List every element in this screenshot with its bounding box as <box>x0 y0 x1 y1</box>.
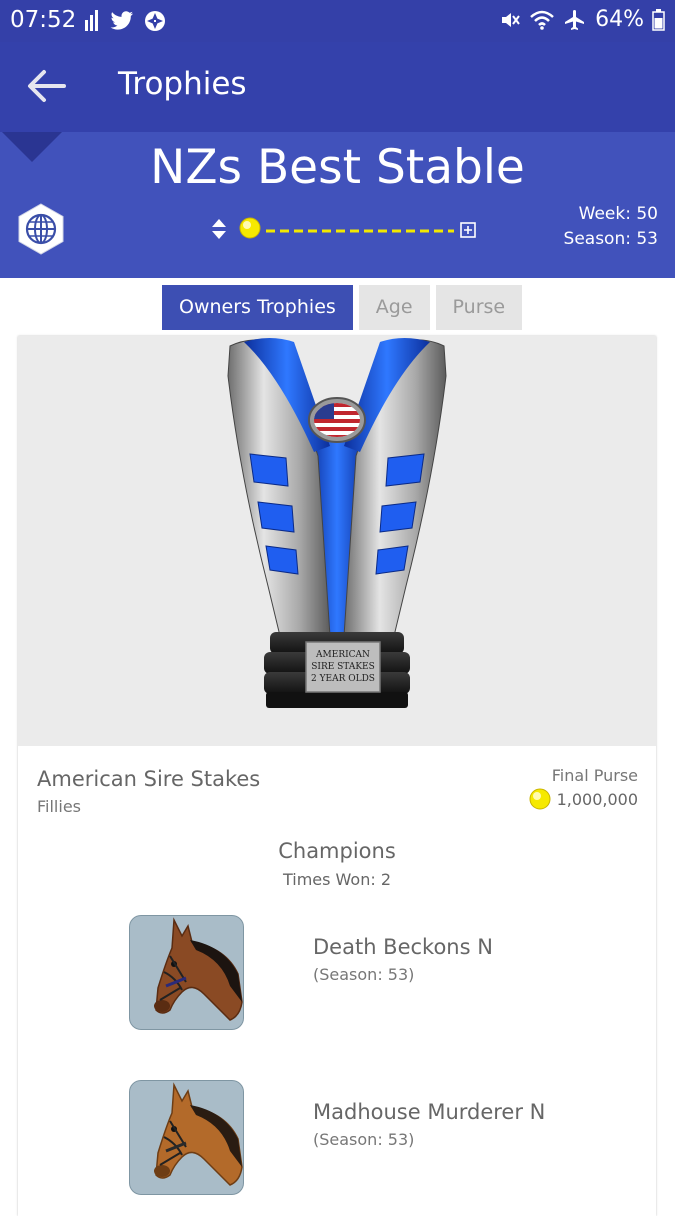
week-label: Week: 50 <box>578 204 658 224</box>
status-time: 07:52 <box>10 7 77 33</box>
mute-icon <box>502 12 520 27</box>
signal-bars-icon <box>85 10 98 31</box>
battery-percent: 64% <box>595 7 644 32</box>
plaque-line-1: AMERICAN <box>315 650 370 660</box>
horse-head-icon <box>154 917 243 1021</box>
champion-item[interactable]: Madhouse Murderer N (Season: 53) <box>129 1080 629 1196</box>
champion-item[interactable]: Death Beckons N (Season: 53) <box>129 915 629 1031</box>
aperture-icon <box>145 11 165 31</box>
status-left-icons <box>84 8 166 34</box>
race-subtitle: Fillies <box>37 797 81 816</box>
plaque-line-3: 2 YEAR OLDS <box>311 674 375 684</box>
champions-title: Champions <box>278 839 396 863</box>
status-bar: 07:52 64% <box>0 0 675 42</box>
trophy-image: AMERICAN SIRE STAKES 2 YEAR OLDS <box>227 338 447 708</box>
globe-icon <box>18 203 64 255</box>
back-arrow-icon <box>28 70 66 102</box>
horse-season: (Season: 53) <box>313 1130 415 1149</box>
tab-owners-trophies[interactable]: Owners Trophies <box>162 285 353 330</box>
battery-icon <box>652 8 665 31</box>
airplane-icon <box>565 9 585 30</box>
sort-arrows-icon[interactable] <box>212 219 226 239</box>
twitter-icon <box>110 11 133 30</box>
level-progress <box>210 214 480 244</box>
stable-header: NZs Best Stable Week: 50 Season: 53 <box>0 132 675 278</box>
plaque-line-2: SIRE STAKES <box>311 662 375 672</box>
tab-purse[interactable]: Purse <box>435 285 523 330</box>
final-purse-value: 1,000,000 <box>556 789 638 809</box>
app-bar: Trophies <box>0 42 675 132</box>
status-right-icons: 64% <box>499 7 665 32</box>
us-flag-medallion <box>308 397 366 443</box>
horse-avatar[interactable] <box>129 915 244 1030</box>
horse-head-icon <box>154 1082 243 1186</box>
add-icon[interactable] <box>460 222 476 238</box>
final-purse-label: Final Purse <box>551 766 638 785</box>
horse-name[interactable]: Madhouse Murderer N <box>313 1100 545 1124</box>
tab-age[interactable]: Age <box>358 285 430 330</box>
times-won: Times Won: 2 <box>282 870 392 889</box>
globe-button[interactable] <box>14 202 68 256</box>
back-button[interactable] <box>22 64 70 108</box>
coin-icon <box>239 217 261 239</box>
race-name: American Sire Stakes <box>37 767 261 791</box>
horse-avatar[interactable] <box>129 1080 244 1195</box>
trophy-card: AMERICAN SIRE STAKES 2 YEAR OLDS America… <box>18 336 656 1216</box>
coin-icon <box>529 788 551 810</box>
page-title: Trophies <box>118 66 247 102</box>
trophy-tabs: Owners Trophies Age Purse <box>162 285 523 330</box>
final-purse: 1,000,000 <box>529 788 638 810</box>
season-label: Season: 53 <box>563 229 658 249</box>
horse-name[interactable]: Death Beckons N <box>313 935 493 959</box>
week-season-info: Week: 50 Season: 53 <box>564 202 658 252</box>
wifi-icon <box>530 10 554 30</box>
horse-season: (Season: 53) <box>313 965 415 984</box>
stable-name: NZs Best Stable <box>150 140 525 195</box>
trophy-image-area: AMERICAN SIRE STAKES 2 YEAR OLDS <box>18 336 656 746</box>
